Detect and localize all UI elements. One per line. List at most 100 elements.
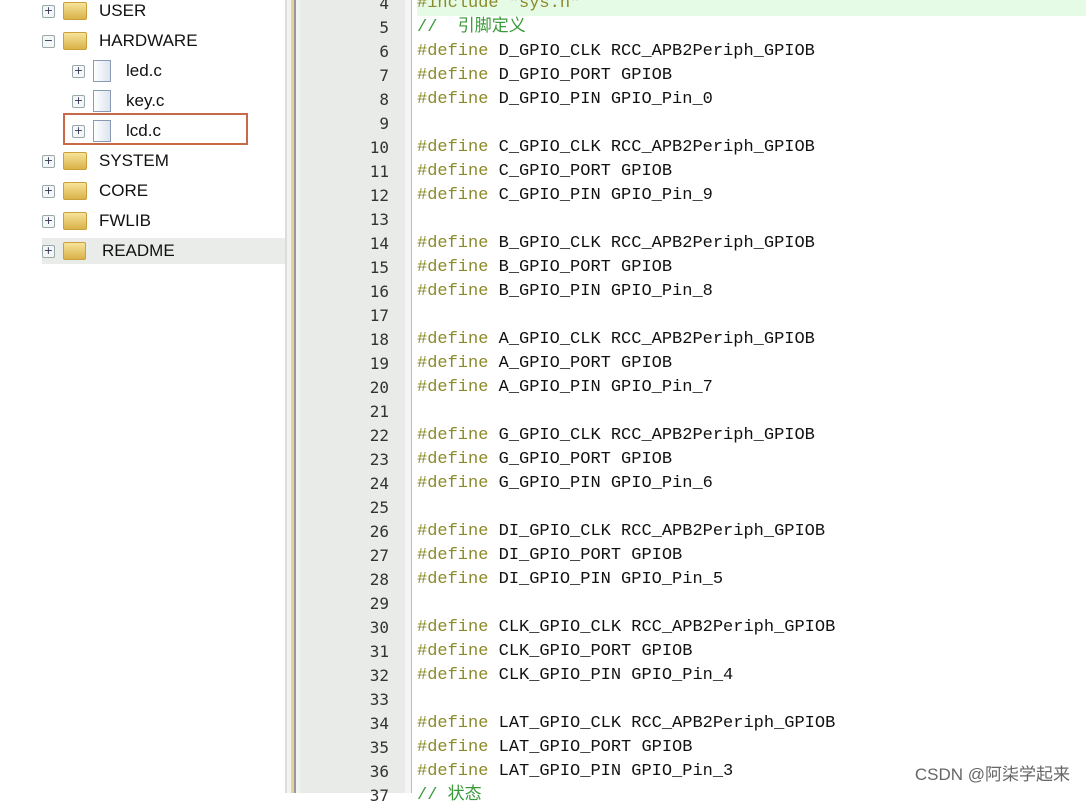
line-number: 8 <box>379 90 389 109</box>
code-line[interactable] <box>417 208 1086 232</box>
preprocessor-keyword: #define <box>417 642 489 661</box>
code-text: A_GPIO_CLK RCC_APB2Periph_GPIOB <box>488 330 815 349</box>
code-line[interactable]: #define D_GPIO_PORT GPIOB <box>417 64 1086 88</box>
code-line[interactable]: #define DI_GPIO_PIN GPIO_Pin_5 <box>417 568 1086 592</box>
tree-item-label: SYSTEM <box>99 151 169 170</box>
code-text: DI_GPIO_PIN GPIO_Pin_5 <box>488 570 724 589</box>
code-line[interactable]: #define C_GPIO_PORT GPIOB <box>417 160 1086 184</box>
line-number: 33 <box>369 690 389 709</box>
preprocessor-keyword: #define <box>417 546 489 565</box>
tree-item-label: FWLIB <box>99 211 151 230</box>
line-number: 13 <box>369 210 389 229</box>
line-number: 6 <box>379 42 389 61</box>
code-text: A_GPIO_PIN GPIO_Pin_7 <box>488 378 713 397</box>
preprocessor-keyword: #define <box>417 666 489 685</box>
line-number: 27 <box>369 546 389 565</box>
code-text: D_GPIO_CLK RCC_APB2Periph_GPIOB <box>488 42 815 61</box>
code-line[interactable]: // 状态 <box>417 784 1086 808</box>
preprocessor-keyword: #define <box>417 474 489 493</box>
code-line[interactable]: #define B_GPIO_PORT GPIOB <box>417 256 1086 280</box>
expand-icon[interactable]: + <box>42 184 55 198</box>
folder-open-icon <box>63 32 87 50</box>
line-number: 20 <box>369 378 389 397</box>
code-text: "sys.h" <box>498 0 581 13</box>
code-line[interactable]: #define LAT_GPIO_PORT GPIOB <box>417 736 1086 760</box>
preprocessor-keyword: #define <box>417 186 489 205</box>
code-line[interactable]: #define D_GPIO_PIN GPIO_Pin_0 <box>417 88 1086 112</box>
tree-item-system[interactable]: + SYSTEM <box>42 148 169 174</box>
expand-icon[interactable]: + <box>72 94 85 108</box>
code-line[interactable] <box>417 592 1086 616</box>
code-line[interactable]: // 引脚定义 <box>417 16 1086 40</box>
code-text: DI_GPIO_PORT GPIOB <box>488 546 683 565</box>
preprocessor-keyword: #define <box>417 618 489 637</box>
line-number: 32 <box>369 666 389 685</box>
code-text: D_GPIO_PIN GPIO_Pin_0 <box>488 90 713 109</box>
tree-item-label: led.c <box>126 61 162 80</box>
line-number: 4 <box>379 0 389 13</box>
preprocessor-keyword: #define <box>417 762 489 781</box>
expand-icon[interactable]: + <box>42 154 55 168</box>
file-icon <box>93 60 111 82</box>
code-line[interactable]: #define B_GPIO_CLK RCC_APB2Periph_GPIOB <box>417 232 1086 256</box>
code-line[interactable]: #define A_GPIO_CLK RCC_APB2Periph_GPIOB <box>417 328 1086 352</box>
code-line[interactable]: #define DI_GPIO_PORT GPIOB <box>417 544 1086 568</box>
preprocessor-keyword: #define <box>417 354 489 373</box>
code-comment: // 状态 <box>417 786 482 805</box>
code-line[interactable]: #define DI_GPIO_CLK RCC_APB2Periph_GPIOB <box>417 520 1086 544</box>
tree-item-core[interactable]: + CORE <box>42 178 148 204</box>
tree-item-fwlib[interactable]: + FWLIB <box>42 208 151 234</box>
code-line[interactable] <box>417 400 1086 424</box>
line-number: 30 <box>369 618 389 637</box>
code-line[interactable]: #define G_GPIO_PIN GPIO_Pin_6 <box>417 472 1086 496</box>
preprocessor-keyword: #define <box>417 258 489 277</box>
collapse-icon[interactable]: − <box>42 34 55 48</box>
code-text: CLK_GPIO_PIN GPIO_Pin_4 <box>488 666 734 685</box>
code-text: LAT_GPIO_PIN GPIO_Pin_3 <box>488 762 734 781</box>
expand-icon[interactable]: + <box>42 4 55 18</box>
line-number: 16 <box>369 282 389 301</box>
code-line[interactable]: #define C_GPIO_CLK RCC_APB2Periph_GPIOB <box>417 136 1086 160</box>
line-number: 22 <box>369 426 389 445</box>
tree-item-key-c[interactable]: + key.c <box>72 88 164 114</box>
tree-item-label: CORE <box>99 181 149 200</box>
code-line[interactable] <box>417 688 1086 712</box>
code-line[interactable]: #define A_GPIO_PORT GPIOB <box>417 352 1086 376</box>
tree-item-readme[interactable]: + README <box>42 238 285 264</box>
code-line[interactable] <box>417 496 1086 520</box>
expand-icon[interactable]: + <box>42 244 55 258</box>
preprocessor-keyword: #define <box>417 450 489 469</box>
tree-item-user[interactable]: + USER <box>42 0 146 24</box>
highlight-box <box>63 113 248 145</box>
preprocessor-keyword: #include <box>417 0 499 13</box>
tree-item-hardware[interactable]: − HARDWARE <box>42 28 198 54</box>
line-number: 36 <box>369 762 389 781</box>
code-line[interactable]: #define CLK_GPIO_PIN GPIO_Pin_4 <box>417 664 1086 688</box>
code-line[interactable]: #define G_GPIO_CLK RCC_APB2Periph_GPIOB <box>417 424 1086 448</box>
line-number: 9 <box>379 114 389 133</box>
code-line[interactable] <box>417 304 1086 328</box>
line-number: 18 <box>369 330 389 349</box>
code-line[interactable]: #define D_GPIO_CLK RCC_APB2Periph_GPIOB <box>417 40 1086 64</box>
code-text: C_GPIO_CLK RCC_APB2Periph_GPIOB <box>488 138 815 157</box>
code-line[interactable]: #define G_GPIO_PORT GPIOB <box>417 448 1086 472</box>
preprocessor-keyword: #define <box>417 714 489 733</box>
code-line[interactable]: #define A_GPIO_PIN GPIO_Pin_7 <box>417 376 1086 400</box>
code-line[interactable]: #define B_GPIO_PIN GPIO_Pin_8 <box>417 280 1086 304</box>
code-text: CLK_GPIO_PORT GPIOB <box>488 642 693 661</box>
tree-item-led-c[interactable]: + led.c <box>72 58 162 84</box>
expand-icon[interactable]: + <box>72 64 85 78</box>
code-line[interactable]: #define C_GPIO_PIN GPIO_Pin_9 <box>417 184 1086 208</box>
code-line[interactable]: #define LAT_GPIO_CLK RCC_APB2Periph_GPIO… <box>417 712 1086 736</box>
code-text: LAT_GPIO_CLK RCC_APB2Periph_GPIOB <box>488 714 836 733</box>
code-line[interactable]: #include "sys.h" <box>417 0 1086 16</box>
file-icon <box>93 90 111 112</box>
code-line[interactable] <box>417 112 1086 136</box>
code-text: G_GPIO_PIN GPIO_Pin_6 <box>488 474 713 493</box>
code-line[interactable]: #define CLK_GPIO_CLK RCC_APB2Periph_GPIO… <box>417 616 1086 640</box>
expand-icon[interactable]: + <box>42 214 55 228</box>
preprocessor-keyword: #define <box>417 522 489 541</box>
code-line[interactable]: #define CLK_GPIO_PORT GPIOB <box>417 640 1086 664</box>
code-text: CLK_GPIO_CLK RCC_APB2Periph_GPIOB <box>488 618 836 637</box>
code-text: B_GPIO_PORT GPIOB <box>488 258 673 277</box>
